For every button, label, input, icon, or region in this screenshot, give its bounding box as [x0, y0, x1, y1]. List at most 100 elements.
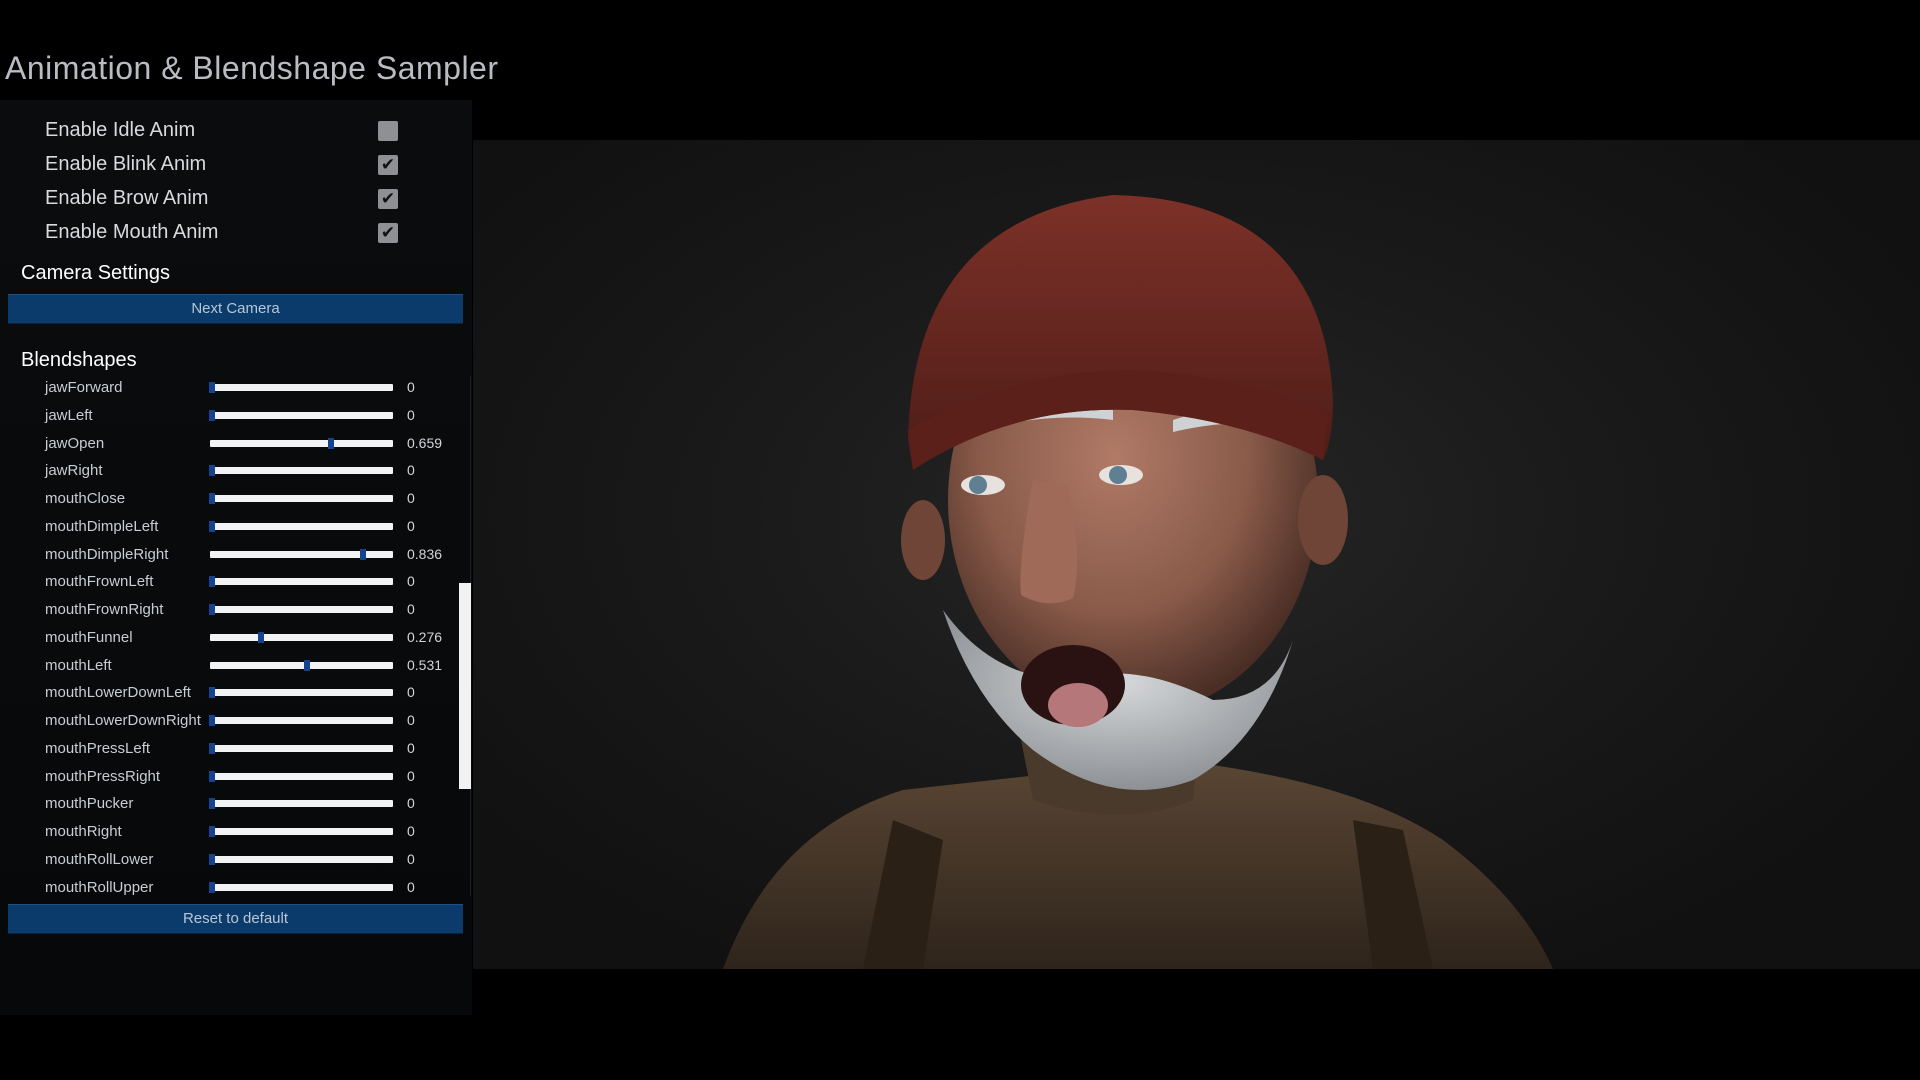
- blendshape-value: 0: [407, 601, 415, 617]
- slider-thumb[interactable]: [209, 770, 215, 782]
- blendshape-row-mouthDimpleRight: mouthDimpleRight 0.836: [8, 543, 448, 567]
- blendshape-label: mouthFunnel: [45, 628, 133, 646]
- blendshape-label: jawLeft: [45, 406, 93, 424]
- mouth-anim-checkbox[interactable]: ✔: [378, 223, 398, 243]
- toggle-label: Enable Idle Anim: [45, 119, 196, 141]
- blendshape-slider[interactable]: [209, 798, 393, 810]
- character-viewport[interactable]: [473, 140, 1920, 969]
- blendshape-slider[interactable]: [209, 576, 393, 588]
- slider-thumb[interactable]: [327, 437, 334, 449]
- blendshape-row-jawOpen: jawOpen 0.659: [8, 432, 448, 456]
- slider-thumb[interactable]: [209, 687, 215, 699]
- blendshape-row-mouthRight: mouthRight 0: [8, 820, 448, 844]
- blendshape-slider[interactable]: [210, 631, 393, 643]
- slider-thumb[interactable]: [209, 465, 215, 477]
- blendshape-row-mouthLowerDownRight: mouthLowerDownRight 0: [8, 709, 448, 733]
- blendshape-value: 0: [407, 878, 415, 895]
- toggle-blink-anim[interactable]: Enable Blink Anim ✔: [45, 151, 405, 181]
- blendshape-row-jawForward: jawForward 0: [8, 376, 448, 400]
- slider-thumb[interactable]: [257, 631, 264, 643]
- blendshape-slider[interactable]: [209, 409, 393, 421]
- blendshape-value: 0: [407, 684, 415, 701]
- blendshape-value: 0: [407, 795, 415, 812]
- blendshape-label: mouthFrownLeft: [45, 573, 154, 591]
- reset-to-default-button[interactable]: Reset to default: [8, 904, 463, 934]
- brow-anim-checkbox[interactable]: ✔: [378, 189, 398, 209]
- toggle-brow-anim[interactable]: Enable Brow Anim ✔: [45, 185, 405, 215]
- blendshape-value: 0: [407, 462, 415, 479]
- slider-thumb[interactable]: [209, 798, 215, 810]
- blendshape-row-mouthClose: mouthClose 0: [8, 487, 448, 511]
- blendshape-value: 0: [407, 767, 415, 784]
- blendshape-label: mouthRight: [45, 823, 122, 840]
- blendshape-label: mouthPressLeft: [45, 739, 151, 757]
- blendshape-value: 0: [407, 490, 415, 506]
- blendshape-value: 0.531: [407, 656, 443, 673]
- blendshape-row-jawRight: jawRight 0: [8, 459, 448, 483]
- slider-thumb[interactable]: [209, 742, 215, 754]
- blendshape-value: 0: [407, 406, 415, 423]
- blendshape-label: jawOpen: [45, 434, 105, 452]
- blendshape-label: mouthLowerDownRight: [45, 712, 201, 729]
- blendshape-slider[interactable]: [209, 881, 393, 893]
- slider-thumb[interactable]: [359, 548, 366, 560]
- blendshape-slider[interactable]: [209, 382, 393, 393]
- blendshape-slider[interactable]: [209, 853, 393, 865]
- idle-anim-checkbox[interactable]: [378, 121, 398, 141]
- blendshape-slider[interactable]: [210, 548, 393, 560]
- blendshape-slider[interactable]: [210, 437, 393, 449]
- blink-anim-checkbox[interactable]: ✔: [378, 155, 398, 175]
- blendshape-slider[interactable]: [209, 742, 393, 754]
- blendshape-value: 0.836: [407, 545, 443, 562]
- next-camera-button[interactable]: Next Camera: [8, 294, 463, 324]
- toggle-mouth-anim[interactable]: Enable Mouth Anim ✔: [45, 219, 405, 249]
- blendshape-label: mouthRollLower: [45, 850, 154, 868]
- blendshape-value: 0: [407, 739, 415, 756]
- blendshape-slider[interactable]: [209, 715, 393, 726]
- blendshape-slider[interactable]: [210, 659, 393, 671]
- toggle-idle-anim[interactable]: Enable Idle Anim: [45, 117, 405, 147]
- app-title: Animation & Blendshape Sampler: [5, 50, 499, 86]
- blendshape-slider[interactable]: [209, 520, 393, 532]
- blendshape-value: 0: [407, 517, 415, 534]
- blendshape-label: mouthLeft: [45, 656, 112, 674]
- slider-thumb[interactable]: [209, 604, 215, 615]
- blendshape-row-mouthFunnel: mouthFunnel 0.276: [8, 626, 448, 650]
- blendshape-row-mouthFrownLeft: mouthFrownLeft 0: [8, 570, 448, 594]
- slider-thumb[interactable]: [209, 493, 215, 504]
- blendshape-row-mouthPressRight: mouthPressRight 0: [8, 765, 448, 789]
- slider-thumb[interactable]: [209, 881, 215, 893]
- blendshape-label: mouthClose: [45, 490, 126, 507]
- blendshape-value: 0: [407, 379, 415, 395]
- blendshapes-heading: Blendshapes: [21, 349, 137, 371]
- blendshape-row-mouthPressLeft: mouthPressLeft 0: [8, 737, 448, 761]
- slider-thumb[interactable]: [209, 409, 215, 421]
- blendshape-label: mouthLowerDownLeft: [45, 684, 191, 702]
- blendshape-slider[interactable]: [209, 465, 393, 477]
- slider-thumb[interactable]: [209, 520, 215, 532]
- blendshape-label: mouthPucker: [45, 795, 134, 813]
- blendshape-scrollbar[interactable]: [459, 583, 471, 789]
- blendshape-slider[interactable]: [209, 604, 393, 615]
- blendshape-row-mouthFrownRight: mouthFrownRight 0: [8, 598, 448, 622]
- blendshape-slider[interactable]: [209, 493, 393, 504]
- blendshape-value: 0.659: [407, 434, 443, 451]
- slider-thumb[interactable]: [209, 576, 215, 588]
- blendshape-row-mouthRollLower: mouthRollLower 0: [8, 848, 448, 872]
- toggle-label: Enable Mouth Anim: [45, 221, 219, 243]
- slider-thumb[interactable]: [209, 382, 215, 393]
- blendshape-slider[interactable]: [209, 687, 393, 699]
- slider-thumb[interactable]: [304, 659, 311, 671]
- slider-thumb[interactable]: [209, 715, 215, 726]
- blendshape-label: mouthPressRight: [45, 767, 161, 785]
- blendshape-slider[interactable]: [209, 826, 393, 837]
- blendshape-value: 0: [407, 823, 415, 839]
- slider-thumb[interactable]: [209, 853, 215, 865]
- blendshape-label: mouthFrownRight: [45, 601, 164, 618]
- slider-thumb[interactable]: [209, 826, 215, 837]
- blendshape-slider[interactable]: [209, 770, 393, 782]
- blendshape-row-mouthPucker: mouthPucker 0: [8, 792, 448, 816]
- blendshape-list[interactable]: jawForward 0 jawLeft 0 jawOpen 0.659 jawRight 0…: [8, 376, 471, 896]
- blendshape-value: 0: [407, 850, 415, 867]
- blendshape-row-jawLeft: jawLeft 0: [8, 404, 448, 428]
